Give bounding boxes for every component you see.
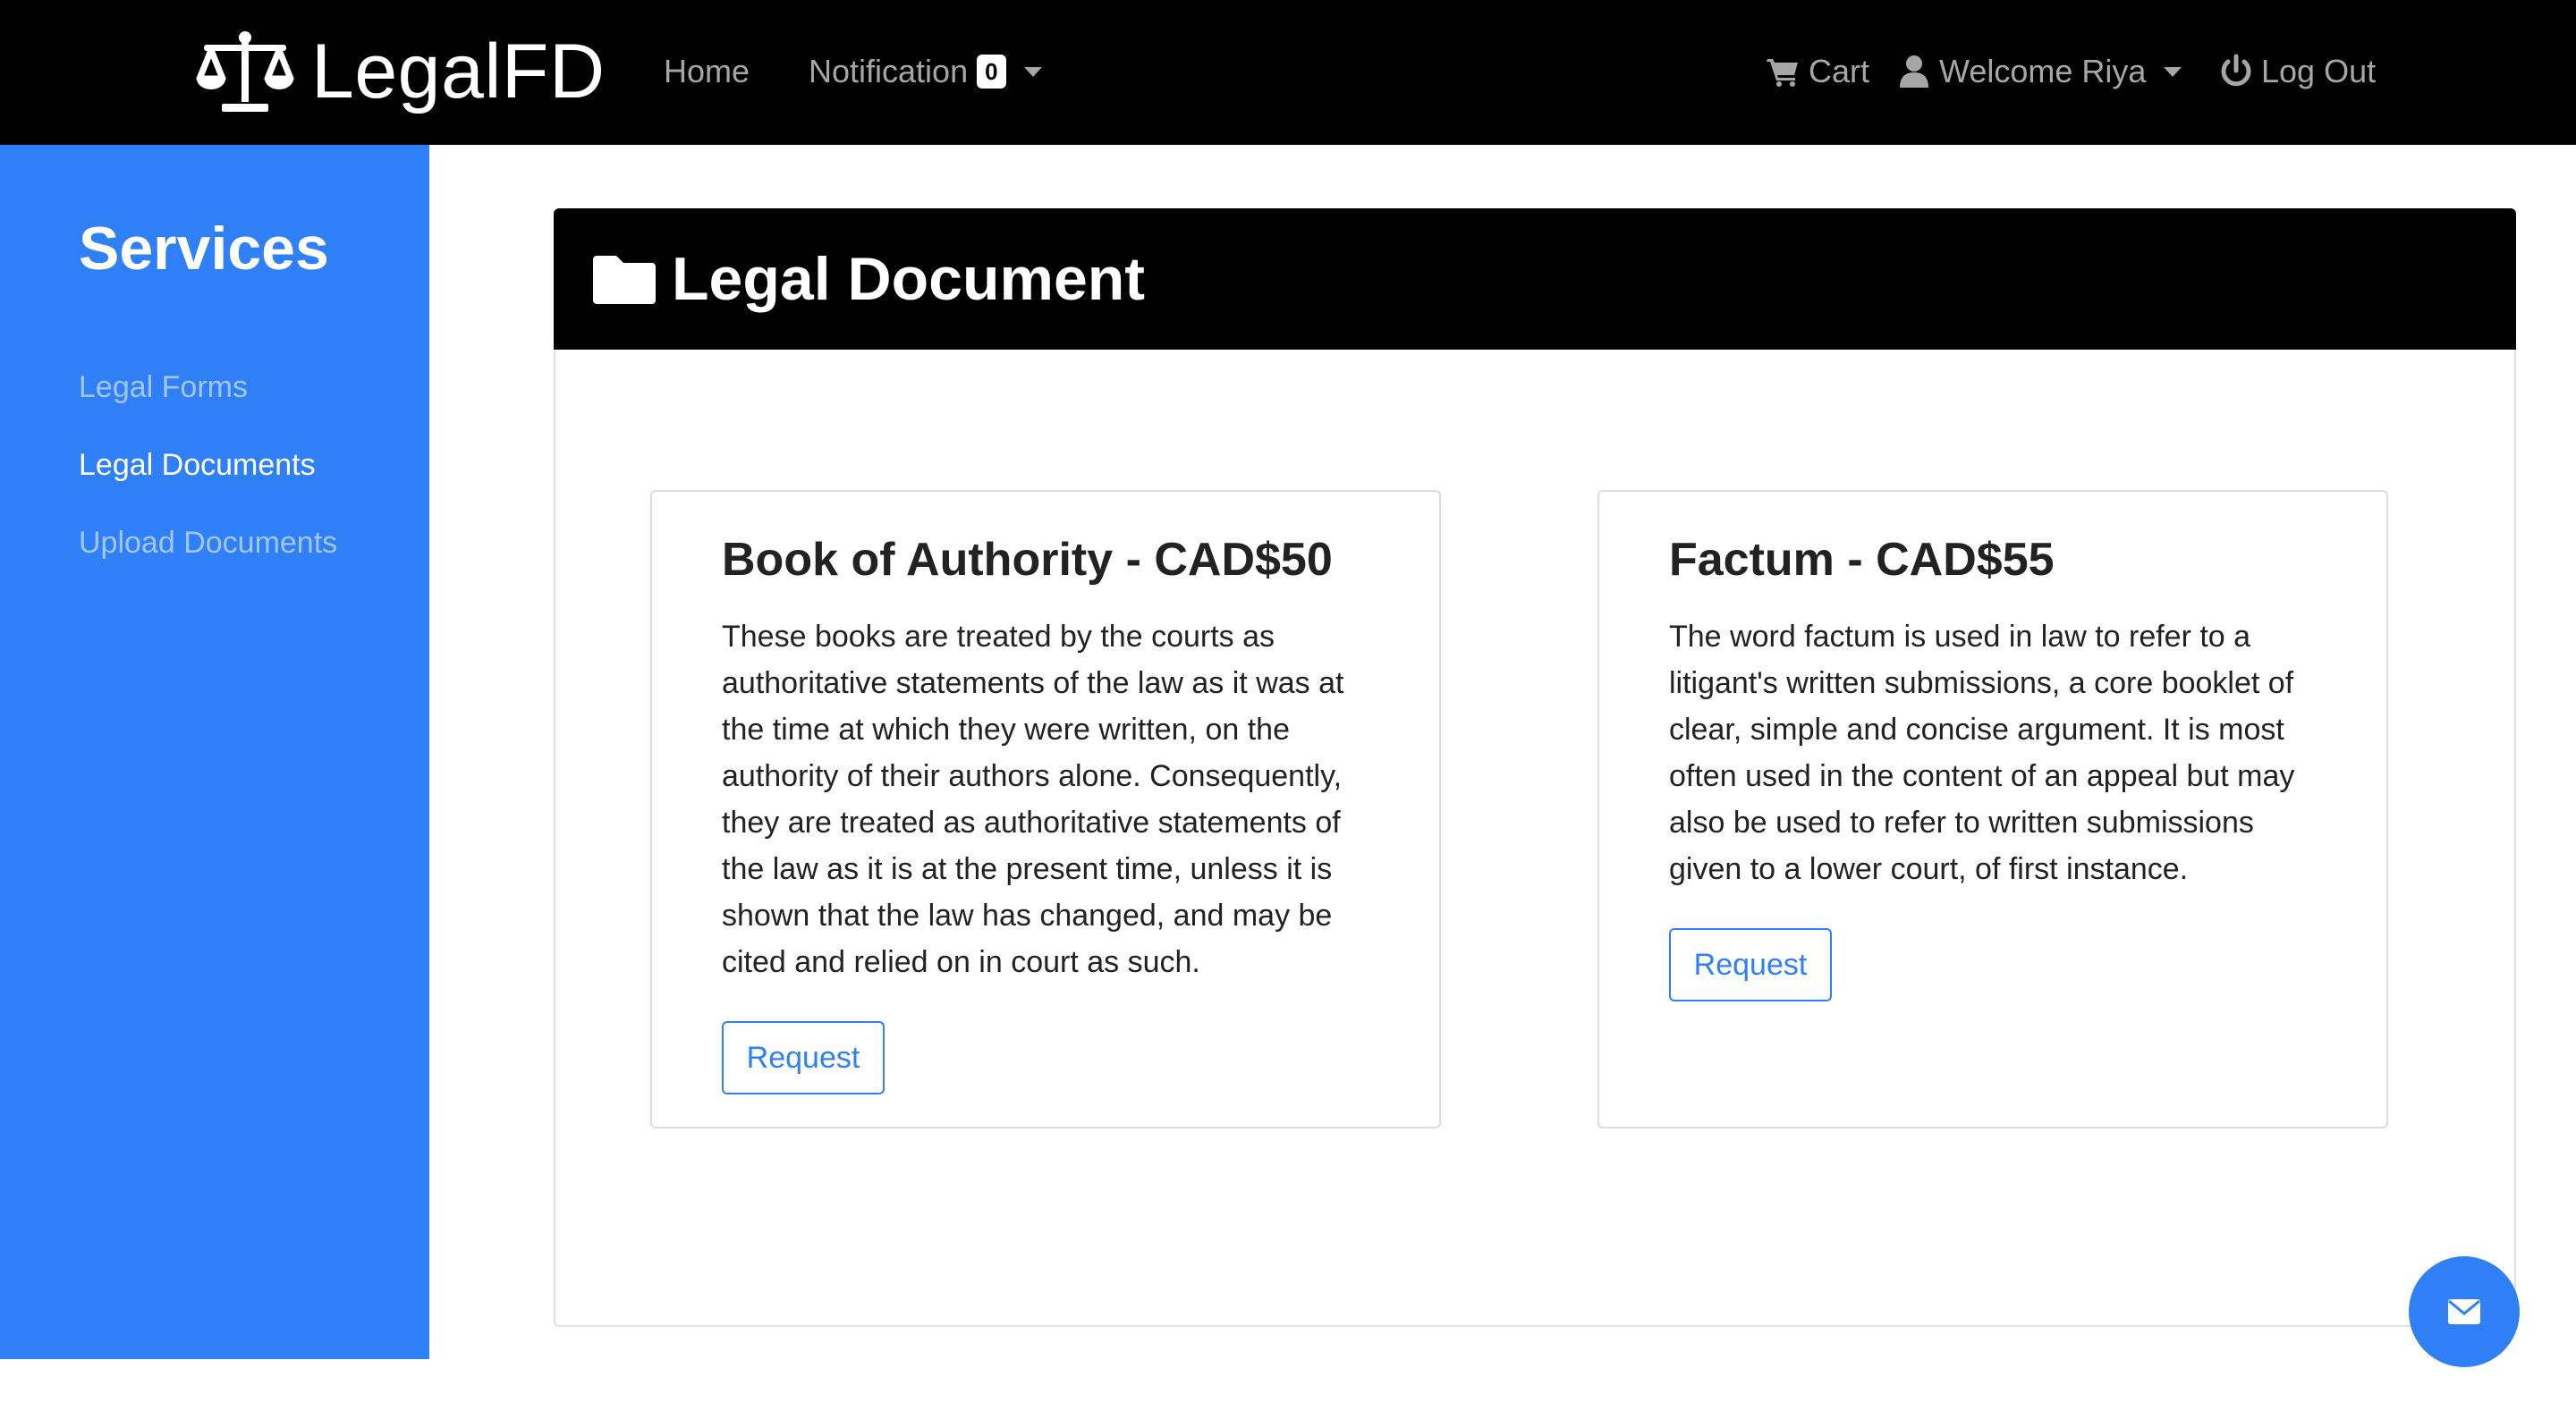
- nav-notification-label: Notification: [809, 53, 969, 89]
- brand-logo[interactable]: LegalFD: [195, 25, 606, 118]
- sidebar-item-legal-forms[interactable]: Legal Forms: [79, 372, 248, 402]
- page-title: Legal Document: [672, 245, 1145, 313]
- cart-icon: [1767, 59, 1798, 87]
- envelope-icon: [2448, 1299, 2480, 1324]
- scale-icon: [196, 31, 294, 112]
- card-description: These books are treated by the courts as…: [722, 620, 1344, 979]
- sidebar-item-legal-documents[interactable]: Legal Documents: [79, 450, 316, 480]
- card-title: Book of Authority - CAD$50: [722, 534, 1333, 586]
- service-card-book-of-authority: Book of Authority - CAD$50 These books a…: [650, 490, 1441, 1128]
- panel-header: Legal Document: [554, 208, 2516, 350]
- nav-logout[interactable]: Log Out: [2218, 45, 2376, 98]
- nav-cart-label: Cart: [1809, 53, 1870, 89]
- request-button[interactable]: Request: [722, 1021, 885, 1094]
- power-icon: [2221, 54, 2251, 87]
- legal-document-panel: Legal Document Book of Authority - CAD$5…: [554, 208, 2516, 1327]
- nav-logout-label: Log Out: [2261, 53, 2377, 89]
- card-description: The word factum is used in law to refer …: [1669, 620, 2295, 886]
- brand-name: LegalFD: [311, 29, 606, 114]
- nav-notification-dropdown[interactable]: Notification 0: [809, 45, 1042, 98]
- sidebar-title: Services: [79, 215, 329, 283]
- folder-icon: [593, 256, 656, 304]
- user-icon: [1900, 55, 1928, 88]
- nav-cart[interactable]: Cart: [1766, 45, 1869, 98]
- service-card-factum: Factum - CAD$55 The word factum is used …: [1597, 490, 2388, 1128]
- sidebar-item-upload-documents[interactable]: Upload Documents: [79, 528, 337, 558]
- chevron-down-icon: [2164, 66, 2182, 77]
- sidebar: Services Legal Forms Legal Documents Upl…: [0, 145, 429, 1359]
- nav-home[interactable]: Home: [664, 45, 750, 98]
- message-fab-button[interactable]: [2409, 1256, 2520, 1367]
- navbar: LegalFD Home Notification 0 Cart Welcome…: [0, 0, 2576, 145]
- nav-user-dropdown[interactable]: Welcome Riya: [1896, 45, 2182, 98]
- chevron-down-icon: [1023, 66, 1042, 77]
- request-button[interactable]: Request: [1669, 928, 1832, 1001]
- card-title: Factum - CAD$55: [1669, 534, 2055, 586]
- nav-welcome-label: Welcome Riya: [1939, 53, 2147, 89]
- notification-count-badge: 0: [977, 55, 1006, 89]
